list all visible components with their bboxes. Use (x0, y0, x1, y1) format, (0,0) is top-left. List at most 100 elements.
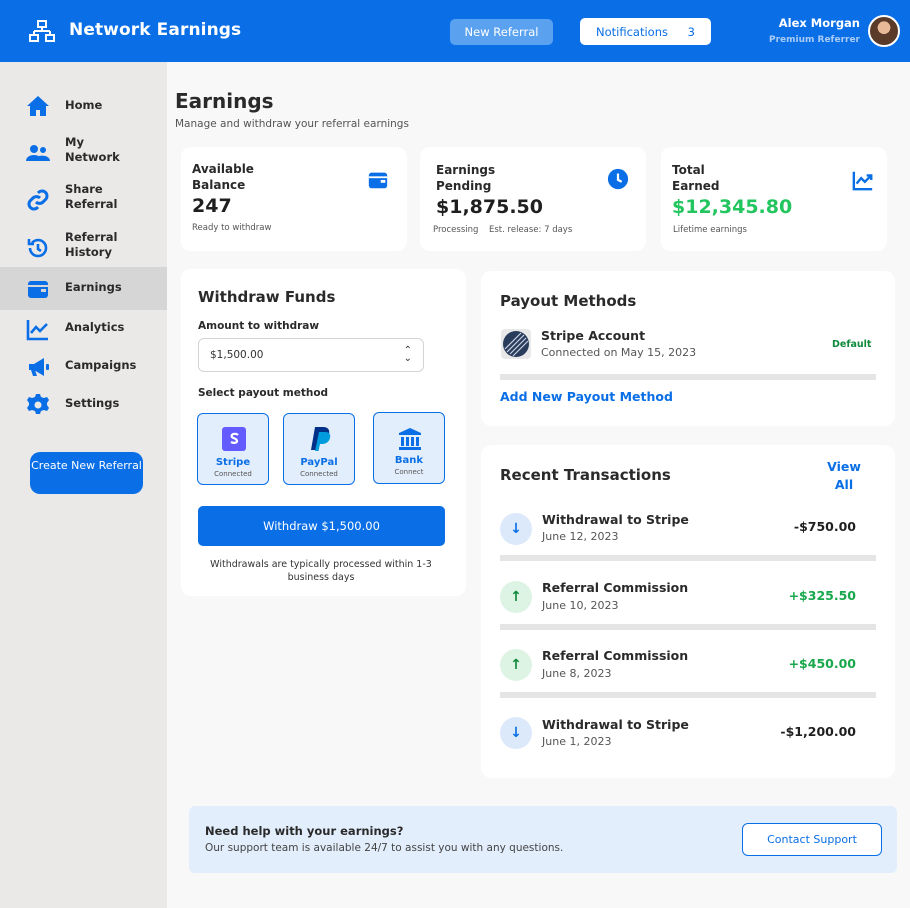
divider (500, 692, 876, 698)
create-new-referral-button[interactable]: Create New Referral (30, 452, 143, 494)
stat-note: Processing (433, 225, 479, 235)
withdraw-note: Withdrawals are typically processed with… (210, 559, 432, 583)
notifications-label: Notifications (596, 24, 668, 39)
user-name: Alex Morgan (778, 16, 860, 30)
payout-option-status: Connected (214, 470, 252, 478)
sidebar-item-settings[interactable]: Settings (0, 386, 167, 424)
stat-note: Ready to withdraw (192, 223, 272, 233)
page-title: Earnings (175, 89, 274, 113)
sidebar-item-label: Analytics (65, 320, 125, 334)
payout-option-bank[interactable]: Bank Connect (373, 412, 445, 484)
payout-option-stripe[interactable]: Stripe Connected (197, 413, 269, 485)
transaction-amount: -$750.00 (793, 519, 856, 534)
withdraw-title: Withdraw Funds (198, 288, 336, 306)
transaction-date: June 12, 2023 (542, 530, 619, 543)
stat-value: $1,875.50 (436, 196, 543, 218)
transaction-title: Withdrawal to Stripe (542, 512, 689, 527)
withdraw-button[interactable]: Withdraw $1,500.00 (198, 506, 445, 546)
sidebar-item-referral-history[interactable]: Referral History (0, 226, 167, 270)
transaction-date: June 8, 2023 (542, 667, 612, 680)
sidebar-item-label: Campaigns (65, 358, 137, 372)
payout-option-status: Connected (300, 470, 338, 478)
add-payout-method-link[interactable]: Add New Payout Method (500, 389, 673, 404)
sidebar-item-my-network[interactable]: My Network (0, 130, 167, 174)
payout-option-name: Stripe (215, 457, 251, 468)
page-subtitle: Manage and withdraw your referral earnin… (175, 118, 409, 130)
app-title: Network Earnings (69, 20, 242, 40)
stat-value: 247 (192, 195, 232, 217)
megaphone-icon (29, 358, 49, 376)
transaction-amount: +$450.00 (788, 656, 856, 671)
transaction-title: Referral Commission (542, 648, 689, 663)
sidebar-item-label: Share Referral (65, 182, 118, 211)
stripe-icon (222, 427, 246, 451)
transaction-date: June 1, 2023 (542, 735, 612, 748)
stripe-account-icon (501, 329, 531, 359)
stat-value: $12,345.80 (672, 196, 793, 218)
amount-value: $1,500.00 (210, 349, 264, 361)
sidebar-item-home[interactable]: Home (0, 86, 167, 126)
transaction-title: Referral Commission (542, 580, 689, 595)
contact-support-button[interactable]: Contact Support (742, 823, 882, 856)
clock-icon (607, 168, 629, 190)
notifications-button[interactable]: Notifications 3 (580, 18, 711, 45)
select-arrows-icon: ⌃ ⌄ (403, 345, 412, 364)
stat-label: Total Earned (672, 163, 720, 193)
payout-option-name: Bank (394, 455, 424, 466)
transaction-title: Withdrawal to Stripe (542, 717, 689, 732)
payout-title: Payout Methods (500, 292, 637, 310)
bank-icon (399, 428, 421, 450)
new-referral-button[interactable]: New Referral (450, 19, 553, 45)
payout-option-name: PayPal (300, 457, 338, 468)
divider (500, 555, 876, 561)
paypal-icon (311, 427, 331, 451)
arrow-up-icon: ↑ (500, 649, 532, 681)
chart-line-icon (26, 320, 48, 341)
transaction-amount: -$1,200.00 (780, 724, 856, 739)
help-title: Need help with your earnings? (205, 824, 404, 838)
stat-label: Earnings Pending (436, 163, 496, 193)
transaction-date: June 10, 2023 (542, 599, 619, 612)
stat-note-release: Est. release: 7 days (489, 225, 573, 235)
top-bar: Network Earnings New Referral Notificati… (0, 0, 910, 62)
link-icon (27, 189, 49, 211)
arrow-down-icon: ↓ (500, 513, 532, 545)
history-icon (27, 238, 48, 258)
sidebar-item-analytics[interactable]: Analytics (0, 310, 167, 348)
amount-select[interactable]: $1,500.00 ⌃ ⌄ (198, 338, 424, 372)
gear-icon (27, 394, 49, 414)
transactions-title: Recent Transactions (500, 466, 671, 484)
user-role: Premium Referrer (769, 35, 860, 45)
help-subtitle: Our support team is available 24/7 to as… (205, 842, 564, 854)
payout-account-name: Stripe Account (541, 328, 646, 343)
payout-option-paypal[interactable]: PayPal Connected (283, 413, 355, 485)
chart-up-icon (852, 171, 873, 191)
wallet-icon (28, 281, 48, 298)
network-icon (29, 20, 55, 42)
sidebar-item-label: My Network (65, 135, 120, 164)
sidebar-item-campaigns[interactable]: Campaigns (0, 348, 167, 386)
sidebar-item-label: Referral History (65, 230, 118, 259)
home-icon (27, 96, 49, 116)
default-badge: Default (832, 339, 872, 350)
divider (500, 624, 876, 630)
wallet-icon (368, 172, 388, 189)
sidebar-item-label: Settings (65, 396, 120, 410)
transaction-amount: +$325.50 (788, 588, 856, 603)
arrow-down-icon: ↓ (500, 717, 532, 749)
sidebar-item-share-referral[interactable]: Share Referral (0, 178, 167, 222)
amount-label: Amount to withdraw (198, 320, 320, 332)
arrow-up-icon: ↑ (500, 581, 532, 613)
sidebar-item-label: Home (65, 98, 103, 112)
stat-note: Lifetime earnings (673, 225, 747, 235)
users-icon (26, 145, 50, 161)
payout-option-status: Connect (394, 468, 424, 476)
payout-account-sub: Connected on May 15, 2023 (541, 346, 697, 359)
divider (500, 374, 876, 380)
sidebar-item-label: Earnings (65, 280, 122, 294)
view-all-link[interactable]: View All (826, 458, 862, 494)
sidebar-item-earnings[interactable]: Earnings (0, 267, 167, 310)
payout-method-label: Select payout method (198, 387, 329, 399)
avatar[interactable] (868, 15, 900, 47)
notifications-count: 3 (687, 24, 695, 39)
